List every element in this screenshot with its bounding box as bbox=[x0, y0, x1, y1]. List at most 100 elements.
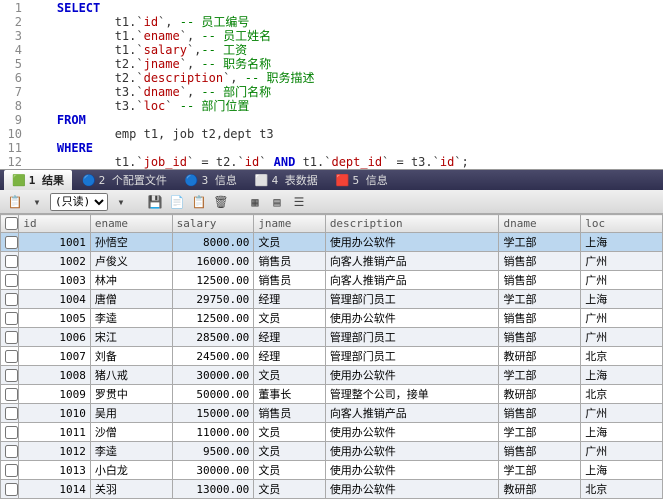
cell-loc[interactable]: 上海 bbox=[581, 366, 663, 385]
cell-description[interactable]: 向客人推销产品 bbox=[325, 271, 499, 290]
cell-ename[interactable]: 罗贯中 bbox=[90, 385, 172, 404]
cell-salary[interactable]: 13000.00 bbox=[172, 480, 254, 499]
paste-icon[interactable]: 📋 bbox=[190, 193, 208, 211]
cell-id[interactable]: 1009 bbox=[19, 385, 91, 404]
cell-id[interactable]: 1003 bbox=[19, 271, 91, 290]
col-description[interactable]: description bbox=[325, 215, 499, 233]
cell-id[interactable]: 1008 bbox=[19, 366, 91, 385]
cell-id[interactable]: 1005 bbox=[19, 309, 91, 328]
cell-ename[interactable]: 孙悟空 bbox=[90, 233, 172, 252]
cell-jname[interactable]: 文员 bbox=[254, 442, 326, 461]
cell-id[interactable]: 1013 bbox=[19, 461, 91, 480]
table-row[interactable]: 1012 李逵 9500.00 文员 使用办公软件 销售部 广州 bbox=[1, 442, 663, 461]
cell-jname[interactable]: 经理 bbox=[254, 347, 326, 366]
cell-loc[interactable]: 广州 bbox=[581, 328, 663, 347]
cell-description[interactable]: 管理部门员工 bbox=[325, 328, 499, 347]
cell-jname[interactable]: 销售员 bbox=[254, 404, 326, 423]
cell-id[interactable]: 1001 bbox=[19, 233, 91, 252]
row-checkbox[interactable] bbox=[1, 271, 19, 290]
table-row[interactable]: 1006 宋江 28500.00 经理 管理部门员工 销售部 广州 bbox=[1, 328, 663, 347]
col-ename[interactable]: ename bbox=[90, 215, 172, 233]
col-salary[interactable]: salary bbox=[172, 215, 254, 233]
cell-ename[interactable]: 卢俊义 bbox=[90, 252, 172, 271]
cell-salary[interactable]: 24500.00 bbox=[172, 347, 254, 366]
table-row[interactable]: 1014 关羽 13000.00 文员 使用办公软件 教研部 北京 bbox=[1, 480, 663, 499]
mode-select[interactable]: (只读) bbox=[50, 193, 108, 211]
cell-loc[interactable]: 上海 bbox=[581, 233, 663, 252]
cell-dname[interactable]: 学工部 bbox=[499, 461, 581, 480]
result-grid[interactable]: idenamesalaryjnamedescriptiondnameloc 10… bbox=[0, 214, 663, 499]
table-row[interactable]: 1004 唐僧 29750.00 经理 管理部门员工 学工部 上海 bbox=[1, 290, 663, 309]
col-loc[interactable]: loc bbox=[581, 215, 663, 233]
cell-ename[interactable]: 沙僧 bbox=[90, 423, 172, 442]
cell-id[interactable]: 1014 bbox=[19, 480, 91, 499]
cell-ename[interactable]: 唐僧 bbox=[90, 290, 172, 309]
cell-description[interactable]: 使用办公软件 bbox=[325, 233, 499, 252]
code-area[interactable]: SELECT t1.`id`, -- 员工编号 t1.`ename`, -- 员… bbox=[28, 0, 663, 169]
cell-description[interactable]: 使用办公软件 bbox=[325, 442, 499, 461]
tab-2 个配置文件[interactable]: 🔵2 个配置文件 bbox=[74, 170, 175, 190]
delete-icon[interactable]: 🗑 bbox=[212, 193, 230, 211]
cell-salary[interactable]: 29750.00 bbox=[172, 290, 254, 309]
cell-id[interactable]: 1004 bbox=[19, 290, 91, 309]
tab-3 信息[interactable]: 🔵3 信息 bbox=[177, 170, 245, 190]
cell-description[interactable]: 向客人推销产品 bbox=[325, 404, 499, 423]
grid-view-icon[interactable]: ▦ bbox=[246, 193, 264, 211]
cell-dname[interactable]: 销售部 bbox=[499, 442, 581, 461]
tab-5 信息[interactable]: 🟥5 信息 bbox=[328, 170, 396, 190]
cell-dname[interactable]: 销售部 bbox=[499, 309, 581, 328]
cell-salary[interactable]: 12500.00 bbox=[172, 271, 254, 290]
col-id[interactable]: id bbox=[19, 215, 91, 233]
form-view-icon[interactable]: ▤ bbox=[268, 193, 286, 211]
cell-description[interactable]: 使用办公软件 bbox=[325, 480, 499, 499]
cell-id[interactable]: 1012 bbox=[19, 442, 91, 461]
cell-dname[interactable]: 教研部 bbox=[499, 385, 581, 404]
table-row[interactable]: 1005 李逵 12500.00 文员 使用办公软件 销售部 广州 bbox=[1, 309, 663, 328]
cell-loc[interactable]: 北京 bbox=[581, 385, 663, 404]
cell-jname[interactable]: 销售员 bbox=[254, 252, 326, 271]
cell-dname[interactable]: 学工部 bbox=[499, 366, 581, 385]
export-icon[interactable]: 💾 bbox=[146, 193, 164, 211]
cell-loc[interactable]: 广州 bbox=[581, 309, 663, 328]
table-row[interactable]: 1010 吴用 15000.00 销售员 向客人推销产品 销售部 广州 bbox=[1, 404, 663, 423]
cell-salary[interactable]: 15000.00 bbox=[172, 404, 254, 423]
row-checkbox[interactable] bbox=[1, 366, 19, 385]
table-row[interactable]: 1002 卢俊义 16000.00 销售员 向客人推销产品 销售部 广州 bbox=[1, 252, 663, 271]
cell-dname[interactable]: 学工部 bbox=[499, 423, 581, 442]
cell-ename[interactable]: 李逵 bbox=[90, 309, 172, 328]
col-jname[interactable]: jname bbox=[254, 215, 326, 233]
cell-description[interactable]: 使用办公软件 bbox=[325, 423, 499, 442]
table-row[interactable]: 1011 沙僧 11000.00 文员 使用办公软件 学工部 上海 bbox=[1, 423, 663, 442]
cell-dname[interactable]: 教研部 bbox=[499, 347, 581, 366]
cell-jname[interactable]: 经理 bbox=[254, 290, 326, 309]
row-checkbox[interactable] bbox=[1, 309, 19, 328]
cell-description[interactable]: 使用办公软件 bbox=[325, 461, 499, 480]
cell-loc[interactable]: 上海 bbox=[581, 290, 663, 309]
cell-loc[interactable]: 广州 bbox=[581, 271, 663, 290]
cell-jname[interactable]: 文员 bbox=[254, 423, 326, 442]
cell-salary[interactable]: 9500.00 bbox=[172, 442, 254, 461]
cell-jname[interactable]: 文员 bbox=[254, 480, 326, 499]
row-checkbox[interactable] bbox=[1, 328, 19, 347]
sql-editor[interactable]: 123456789101112 SELECT t1.`id`, -- 员工编号 … bbox=[0, 0, 663, 170]
cell-salary[interactable]: 12500.00 bbox=[172, 309, 254, 328]
cell-jname[interactable]: 文员 bbox=[254, 461, 326, 480]
col-dname[interactable]: dname bbox=[499, 215, 581, 233]
cell-salary[interactable]: 11000.00 bbox=[172, 423, 254, 442]
table-row[interactable]: 1007 刘备 24500.00 经理 管理部门员工 教研部 北京 bbox=[1, 347, 663, 366]
cell-description[interactable]: 管理部门员工 bbox=[325, 347, 499, 366]
cell-salary[interactable]: 30000.00 bbox=[172, 366, 254, 385]
cell-dname[interactable]: 学工部 bbox=[499, 290, 581, 309]
row-checkbox[interactable] bbox=[1, 423, 19, 442]
cell-salary[interactable]: 16000.00 bbox=[172, 252, 254, 271]
cell-dname[interactable]: 销售部 bbox=[499, 271, 581, 290]
cell-dname[interactable]: 学工部 bbox=[499, 233, 581, 252]
cell-description[interactable]: 向客人推销产品 bbox=[325, 252, 499, 271]
cell-description[interactable]: 使用办公软件 bbox=[325, 366, 499, 385]
cell-jname[interactable]: 文员 bbox=[254, 233, 326, 252]
cell-ename[interactable]: 猪八戒 bbox=[90, 366, 172, 385]
tab-1 结果[interactable]: 🟩1 结果 bbox=[4, 170, 72, 190]
cell-id[interactable]: 1006 bbox=[19, 328, 91, 347]
cell-jname[interactable]: 销售员 bbox=[254, 271, 326, 290]
cell-description[interactable]: 管理整个公司，接单 bbox=[325, 385, 499, 404]
